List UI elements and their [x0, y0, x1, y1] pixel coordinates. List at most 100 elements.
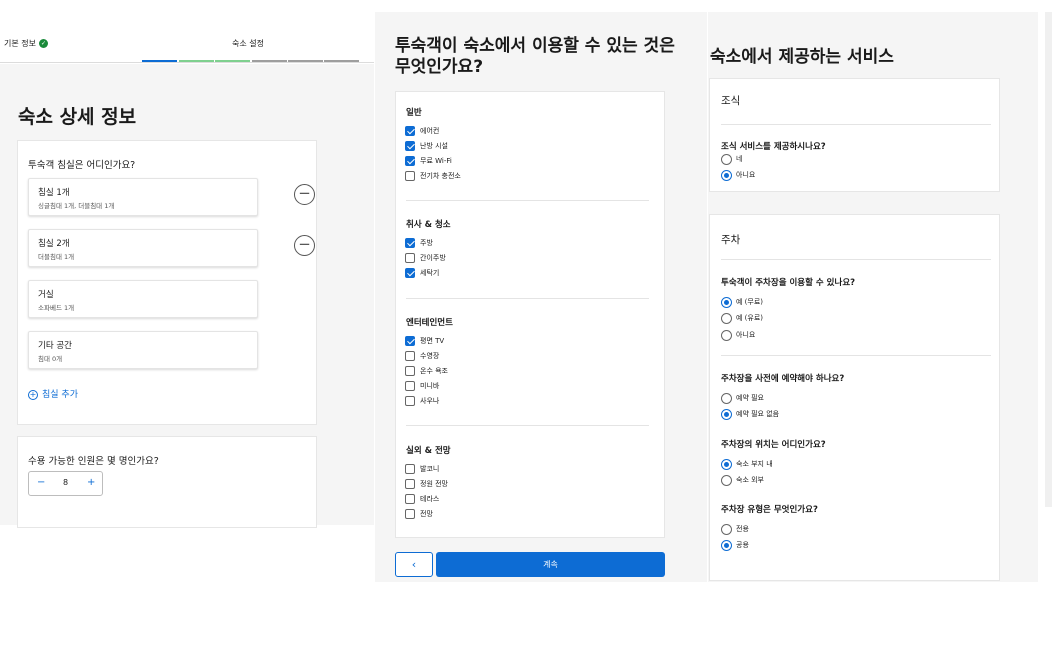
checkbox-box[interactable]	[405, 509, 415, 519]
guests-question: 수용 가능한 인원은 몇 명인가요?	[28, 456, 159, 467]
checkbox-label: 난방 시설	[420, 142, 448, 150]
guests-stepper: − 8 +	[28, 471, 103, 496]
radio-label: 아니요	[736, 171, 756, 179]
parking-heading: 주차	[721, 234, 741, 246]
checkbox-label: 무료 Wi-Fi	[420, 157, 452, 165]
checkbox-box[interactable]	[405, 494, 415, 504]
checkbox-label: 세탁기	[420, 269, 440, 277]
checkbox-label: 전망	[420, 510, 433, 518]
room-title: 침실 1개	[38, 188, 70, 198]
room-item[interactable]: 침실 1개싱글침대 1개, 더블침대 1개	[28, 178, 258, 216]
radio-label: 숙소 외부	[736, 476, 764, 484]
radio-circle[interactable]	[721, 297, 732, 308]
decrement-button[interactable]: −	[37, 477, 45, 488]
room-beds: 침대 0개	[38, 355, 63, 363]
checkbox-label: 에어컨	[420, 127, 440, 135]
room-title: 침실 2개	[38, 239, 70, 249]
divider	[406, 425, 649, 426]
radio-circle[interactable]	[721, 524, 732, 535]
chevron-left-icon: ‹	[411, 558, 417, 571]
amenities-panel: 투숙객이 숙소에서 이용할 수 있는 것은 무엇인가요? 일반 에어컨 난방 시…	[375, 12, 707, 582]
divider	[406, 200, 649, 201]
checkbox-label: 평면 TV	[420, 337, 445, 345]
checkbox-box[interactable]	[405, 351, 415, 361]
section-title: 실외 & 전망	[406, 446, 451, 456]
room-beds: 소파베드 1개	[38, 304, 75, 312]
checkbox-box[interactable]	[405, 336, 415, 346]
services-panel: 숙소에서 제공하는 서비스 조식 조식 서비스를 제공하시나요? 네 아니요 주…	[708, 12, 1038, 582]
checkbox-label: 미니바	[420, 382, 440, 390]
radio-circle[interactable]	[721, 313, 732, 324]
back-button[interactable]: ‹	[395, 552, 433, 577]
parking-reservation-question: 주차장을 사전에 예약해야 하나요?	[721, 374, 845, 384]
radio-circle[interactable]	[721, 393, 732, 404]
breakfast-question: 조식 서비스를 제공하시나요?	[721, 142, 826, 152]
remove-room-button[interactable]: −	[294, 235, 315, 256]
checkbox-box[interactable]	[405, 126, 415, 136]
room-item[interactable]: 기타 공간 침대 0개	[28, 331, 258, 369]
divider	[721, 355, 991, 356]
room-item[interactable]: 거실 소파베드 1개	[28, 280, 258, 318]
section-title: 엔터테인먼트	[406, 318, 453, 328]
radio-circle[interactable]	[721, 409, 732, 420]
room-item[interactable]: 침실 2개더블침대 1개	[28, 229, 258, 267]
checkbox-label: 간이주방	[420, 254, 446, 262]
checkbox-label: 온수 욕조	[420, 367, 448, 375]
checkbox-box[interactable]	[405, 396, 415, 406]
checkbox-box[interactable]	[405, 253, 415, 263]
radio-circle[interactable]	[721, 170, 732, 181]
divider	[0, 62, 374, 63]
radio-circle[interactable]	[721, 475, 732, 486]
radio-circle[interactable]	[721, 154, 732, 165]
add-room-link[interactable]: + 침실 추가	[28, 387, 78, 400]
radio-label: 공용	[736, 541, 749, 549]
guests-value[interactable]: 8	[63, 478, 68, 487]
checkbox-box[interactable]	[405, 141, 415, 151]
radio-label: 예약 필요	[736, 394, 764, 402]
increment-button[interactable]: +	[87, 477, 95, 488]
amenities-title: 투숙객이 숙소에서 이용할 수 있는 것은 무엇인가요?	[395, 36, 675, 77]
services-title: 숙소에서 제공하는 서비스	[710, 47, 894, 67]
radio-label: 아니요	[736, 331, 756, 339]
breakfast-card: 조식 조식 서비스를 제공하시나요? 네 아니요	[709, 78, 1000, 192]
room-beds: 싱글침대 1개, 더블침대 1개	[38, 202, 115, 210]
divider	[721, 259, 991, 260]
checkbox-box[interactable]	[405, 171, 415, 181]
radio-circle[interactable]	[721, 459, 732, 470]
plus-circle-icon: +	[28, 390, 38, 400]
checkbox-label: 테라스	[420, 495, 440, 503]
room-beds: 더블침대 1개	[38, 253, 75, 261]
checkbox-label: 사우나	[420, 397, 440, 405]
continue-button[interactable]: 계속	[436, 552, 665, 577]
step-basic-info: 기본 정보 ✓	[4, 38, 48, 49]
radio-label: 전용	[736, 525, 749, 533]
page-title: 숙소 상세 정보	[18, 106, 137, 128]
radio-label: 예 (무료)	[736, 298, 764, 306]
section-title: 취사 & 청소	[406, 220, 451, 230]
parking-access-question: 투숙객이 주차장을 이용할 수 있나요?	[721, 278, 856, 288]
amenities-card: 일반 에어컨 난방 시설 무료 Wi-Fi 전기차 충전소 취사 & 청소 주방…	[395, 91, 665, 538]
radio-circle[interactable]	[721, 330, 732, 341]
remove-room-button[interactable]: −	[294, 184, 315, 205]
checkbox-label: 수영장	[420, 352, 440, 360]
checkbox-box[interactable]	[405, 381, 415, 391]
radio-label: 네	[736, 155, 743, 163]
add-room-label: 침실 추가	[42, 390, 78, 400]
step-property-settings: 숙소 설정	[232, 39, 264, 48]
section-title: 일반	[406, 108, 422, 118]
checkbox-label: 정원 전망	[420, 480, 448, 488]
property-details-panel: 기본 정보 ✓ 숙소 설정 숙소 상세 정보 투숙객 침실은 어디인가요? 침실 …	[0, 28, 374, 528]
radio-label: 예약 필요 없음	[736, 410, 780, 418]
step-basic-label: 기본 정보	[4, 39, 36, 48]
checkbox-box[interactable]	[405, 156, 415, 166]
checkbox-box[interactable]	[405, 479, 415, 489]
guests-card: 수용 가능한 인원은 몇 명인가요? − 8 +	[17, 436, 317, 528]
scrollbar-track[interactable]	[1045, 12, 1052, 507]
checkbox-box[interactable]	[405, 366, 415, 376]
parking-location-question: 주차장의 위치는 어디인가요?	[721, 440, 826, 450]
parking-type-question: 주차장 유형은 무엇인가요?	[721, 505, 818, 515]
checkbox-box[interactable]	[405, 464, 415, 474]
checkbox-box[interactable]	[405, 268, 415, 278]
radio-circle[interactable]	[721, 540, 732, 551]
checkbox-box[interactable]	[405, 238, 415, 248]
